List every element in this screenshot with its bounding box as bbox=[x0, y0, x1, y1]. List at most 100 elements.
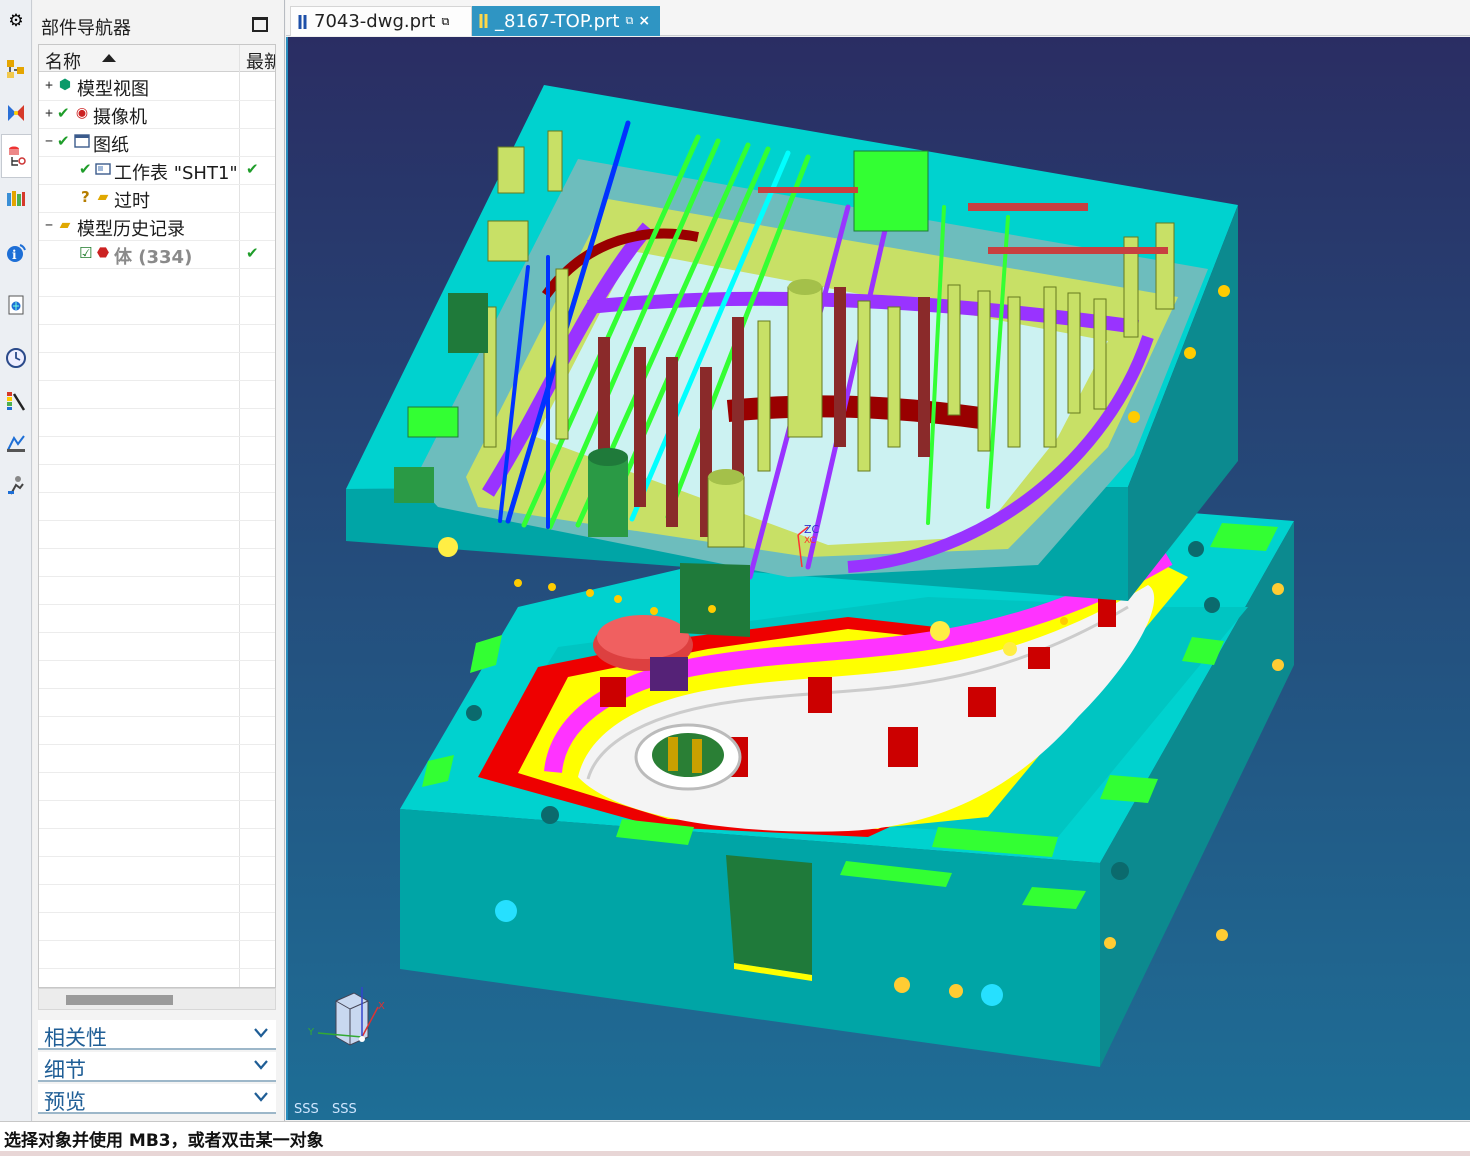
drawing-icon bbox=[74, 133, 90, 149]
check-icon[interactable]: ✔ bbox=[57, 132, 70, 150]
tree-node-model-views[interactable]: + ⬢ 模型视图 bbox=[39, 73, 275, 101]
empty-row bbox=[39, 801, 275, 829]
web-browser-icon[interactable] bbox=[3, 292, 29, 318]
panel-details[interactable]: 细节 bbox=[38, 1052, 276, 1082]
sort-ascending-icon bbox=[102, 54, 116, 62]
tree-node-label: 摄像机 bbox=[93, 107, 147, 128]
checkbox-checked-icon[interactable]: ☑ bbox=[79, 244, 92, 262]
camera-icon: ◉ bbox=[75, 105, 89, 121]
tab-8167-top[interactable]: _8167-TOP.prt ⧉ × bbox=[472, 6, 660, 36]
reuse-library-icon[interactable] bbox=[3, 185, 29, 211]
check-icon[interactable]: ✔ bbox=[79, 160, 92, 178]
panel-preview[interactable]: 预览 bbox=[38, 1084, 276, 1114]
csys-xc-label: XC bbox=[804, 536, 816, 546]
empty-row bbox=[39, 689, 275, 717]
sheet-icon bbox=[95, 161, 111, 177]
status-message: 选择对象并使用 MB3，或者双击某一对象 bbox=[4, 1131, 324, 1151]
part-file-icon bbox=[297, 14, 309, 30]
empty-row bbox=[39, 465, 275, 493]
external-window-icon[interactable]: ⧉ bbox=[441, 15, 449, 29]
column-header-latest[interactable]: 最新 bbox=[246, 48, 275, 74]
scrollbar-thumb[interactable] bbox=[66, 995, 173, 1005]
part-file-icon bbox=[478, 13, 490, 29]
viewport-overlay-text: SSS bbox=[294, 1102, 319, 1117]
empty-row bbox=[39, 409, 275, 437]
panel-dependencies[interactable]: 相关性 bbox=[38, 1020, 276, 1050]
empty-row bbox=[39, 913, 275, 941]
part-navigator-panel: 部件导航器 名称 最新 + ⬢ 模型视图 + ✔ ◉ 摄像机 − ✔ bbox=[33, 0, 285, 1122]
horizontal-scrollbar[interactable] bbox=[38, 988, 276, 1010]
triad-y-label: Y bbox=[307, 1027, 315, 1038]
document-tab-bar: 7043-dwg.prt ⧉ _8167-TOP.prt ⧉ × bbox=[286, 0, 1470, 36]
column-header-name[interactable]: 名称 bbox=[45, 48, 81, 74]
svg-text:i: i bbox=[12, 248, 17, 262]
tree-header: 名称 最新 bbox=[39, 45, 275, 74]
gear-icon[interactable]: ⚙ bbox=[3, 8, 29, 34]
check-icon[interactable]: ✔ bbox=[57, 104, 70, 122]
empty-row bbox=[39, 353, 275, 381]
empty-row bbox=[39, 381, 275, 409]
status-bar: 选择对象并使用 MB3，或者双击某一对象 bbox=[0, 1121, 1470, 1151]
panel-label: 细节 bbox=[44, 1058, 86, 1082]
tree-node-label: 过时 bbox=[114, 191, 150, 212]
model-views-icon: ⬢ bbox=[58, 77, 72, 93]
tree-node-label: 图纸 bbox=[93, 135, 129, 156]
question-icon: ? bbox=[81, 188, 90, 206]
tree-node-drawing[interactable]: − ✔ 图纸 bbox=[39, 129, 275, 157]
folder-open-icon: ▰ bbox=[59, 217, 71, 233]
empty-row bbox=[39, 325, 275, 353]
assembly-navigator-icon[interactable] bbox=[3, 56, 29, 82]
external-window-icon[interactable]: ⧉ bbox=[625, 14, 633, 28]
empty-row bbox=[39, 745, 275, 773]
empty-row bbox=[39, 605, 275, 633]
navigator-title: 部件导航器 bbox=[41, 18, 131, 39]
empty-row bbox=[39, 829, 275, 857]
nx-application-window: ⚙ i 部件导航器 名称 最 + ⬢ 模型视图 + ✔ ◉ 摄像机 − ✔ 图纸… bbox=[0, 0, 1470, 1156]
triad-x-label: X bbox=[378, 1001, 385, 1012]
empty-row bbox=[39, 269, 275, 297]
tree-node-label: 工作表 "SHT1" bbox=[114, 163, 238, 184]
process-studio-icon[interactable] bbox=[3, 430, 29, 456]
constraint-navigator-icon[interactable] bbox=[3, 100, 29, 126]
empty-row bbox=[39, 717, 275, 745]
tree-node-label: 体 (334) bbox=[114, 247, 193, 268]
panel-label: 相关性 bbox=[44, 1026, 107, 1050]
panel-label: 预览 bbox=[44, 1090, 86, 1114]
tree-node-sheet-sht1[interactable]: ✔ 工作表 "SHT1" ✔ bbox=[39, 157, 275, 185]
chevron-down-icon[interactable] bbox=[254, 1026, 268, 1040]
tree-node-out-of-date[interactable]: ? ▰ 过时 bbox=[39, 185, 275, 213]
window-bottom-edge bbox=[0, 1151, 1470, 1156]
empty-row bbox=[39, 773, 275, 801]
empty-row bbox=[39, 661, 275, 689]
tab-label: _8167-TOP.prt bbox=[495, 10, 620, 32]
empty-row bbox=[39, 549, 275, 577]
close-icon[interactable]: × bbox=[638, 13, 650, 29]
latest-check-icon: ✔ bbox=[246, 160, 259, 178]
tree-node-cameras[interactable]: + ✔ ◉ 摄像机 bbox=[39, 101, 275, 129]
tree-node-body-334[interactable]: ☑ ⬣ 体 (334) ✔ bbox=[39, 241, 275, 269]
collapse-icon[interactable]: − bbox=[43, 135, 55, 148]
expand-icon[interactable]: + bbox=[43, 79, 55, 92]
graphics-window[interactable]: ZC XC X Y SSS SSS bbox=[286, 37, 1470, 1120]
expand-icon[interactable]: + bbox=[43, 107, 55, 120]
tab-7043-dwg[interactable]: 7043-dwg.prt ⧉ bbox=[290, 6, 472, 36]
collapse-icon[interactable]: − bbox=[43, 219, 55, 232]
system-materials-icon[interactable] bbox=[3, 388, 29, 414]
hd3d-tools-icon[interactable]: i bbox=[3, 240, 29, 266]
part-navigator-icon[interactable] bbox=[1, 134, 32, 178]
roles-icon[interactable] bbox=[3, 472, 29, 498]
empty-row bbox=[39, 885, 275, 913]
chevron-down-icon[interactable] bbox=[254, 1058, 268, 1072]
history-icon[interactable] bbox=[3, 345, 29, 371]
chevron-down-icon[interactable] bbox=[254, 1090, 268, 1104]
viewport-overlay-text: SSS bbox=[332, 1102, 357, 1117]
latest-check-icon: ✔ bbox=[246, 244, 259, 262]
empty-row bbox=[39, 297, 275, 325]
folder-icon: ▰ bbox=[97, 189, 109, 205]
empty-row bbox=[39, 493, 275, 521]
mold-assembly-render[interactable]: ZC XC X Y bbox=[288, 37, 1470, 1120]
maximize-icon[interactable] bbox=[252, 17, 268, 32]
empty-row bbox=[39, 941, 275, 969]
tree-node-model-history[interactable]: − ▰ 模型历史记录 bbox=[39, 213, 275, 241]
tree-node-label: 模型历史记录 bbox=[77, 219, 185, 240]
